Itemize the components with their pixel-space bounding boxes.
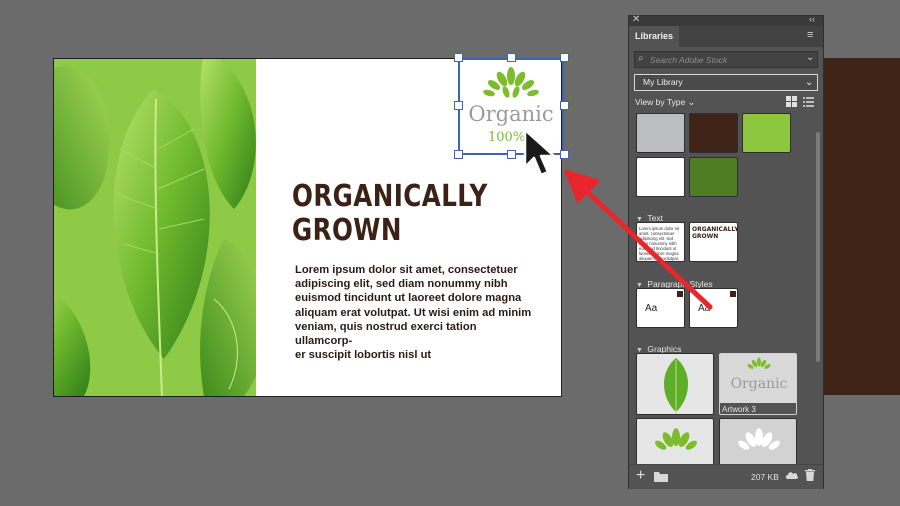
style-color-chip	[730, 291, 736, 297]
view-by-menu[interactable]: View by Type ⌄	[635, 97, 695, 108]
storage-size: 207 KB	[751, 472, 779, 482]
leaf-crown-icon	[738, 428, 780, 450]
cursor-icon	[523, 128, 556, 177]
leaf-icon	[663, 358, 689, 414]
list-view-icon[interactable]	[803, 96, 814, 107]
color-swatch-brown[interactable]	[689, 113, 738, 153]
resize-handle-bottom[interactable]	[507, 150, 516, 159]
headline-line-2: GROWN	[292, 213, 402, 248]
graphic-artwork-3[interactable]: Organic Artwork 3	[719, 353, 797, 415]
color-swatch-gray[interactable]	[636, 113, 685, 153]
graphic-crown-white[interactable]	[719, 418, 797, 464]
trash-icon[interactable]	[805, 469, 815, 481]
drag-arrow-icon	[564, 169, 713, 310]
chevron-down-icon[interactable]: ⌄	[806, 52, 814, 63]
collapse-icon[interactable]: ‹‹	[809, 14, 815, 24]
panel-title-bar[interactable]: ✕ ‹‹	[629, 14, 823, 26]
headline-line-1: ORGANICALLY	[292, 179, 488, 214]
leaf-photo	[54, 59, 256, 396]
close-icon[interactable]: ✕	[632, 14, 640, 25]
body-line: veniam, quis nostrud exerci tation ullam…	[295, 320, 477, 348]
graphic-leaf[interactable]	[636, 353, 714, 415]
chevron-down-icon: ⌄	[687, 97, 696, 107]
artwork-label: Artwork 3	[720, 403, 796, 414]
resize-handle-left[interactable]	[454, 101, 463, 110]
color-swatch-lime[interactable]	[742, 113, 791, 153]
body-line: aliquam erat volutpat. Ut wisi enim ad m…	[295, 306, 532, 319]
body-line: adipiscing elit, sed diam nonummy nibh	[295, 278, 508, 291]
leaf-crown-icon	[655, 428, 697, 450]
artwork-wordmark: Organic	[730, 376, 788, 392]
resize-handle-top-left[interactable]	[454, 53, 463, 62]
body-line: Lorem ipsum dolor sit amet, consectetuer	[295, 264, 518, 276]
folder-icon[interactable]	[654, 471, 668, 482]
cloud-icon[interactable]	[785, 470, 799, 480]
scrollbar[interactable]	[816, 132, 820, 362]
panel-tabbar: Libraries ≡	[629, 26, 823, 47]
view-by-label: View by Type	[635, 97, 686, 107]
add-icon[interactable]: +	[636, 467, 645, 485]
search-field[interactable]: ⌕ ⌄	[634, 51, 818, 68]
tab-libraries[interactable]: Libraries	[629, 26, 679, 47]
resize-handle-bottom-right[interactable]	[560, 150, 569, 159]
panel-menu-icon[interactable]: ≡	[807, 29, 813, 41]
headline: ORGANICALLY GROWN	[292, 180, 505, 248]
resize-handle-right[interactable]	[560, 101, 569, 110]
chevron-down-icon: ⌄	[805, 77, 814, 88]
search-input[interactable]	[650, 52, 800, 67]
resize-handle-bottom-left[interactable]	[454, 150, 463, 159]
leaf-crown-icon	[747, 357, 771, 369]
resize-handle-top[interactable]	[507, 53, 516, 62]
body-line: euismod tincidunt ut laoreet dolore magn…	[295, 292, 522, 305]
artboard-edge	[822, 58, 900, 395]
body-line: er suscipit lobortis nisl ut	[295, 349, 432, 362]
body-copy: Lorem ipsum dolor sit amet, consectetuer…	[295, 263, 535, 362]
graphic-crown-green[interactable]	[636, 418, 714, 464]
search-icon: ⌕	[638, 53, 644, 64]
resize-handle-top-right[interactable]	[560, 53, 569, 62]
grid-view-icon[interactable]	[786, 96, 797, 107]
library-dropdown[interactable]: My Library ⌄	[634, 74, 818, 91]
library-dropdown-value: My Library	[643, 77, 683, 87]
panel-footer: + 207 KB	[629, 464, 823, 489]
